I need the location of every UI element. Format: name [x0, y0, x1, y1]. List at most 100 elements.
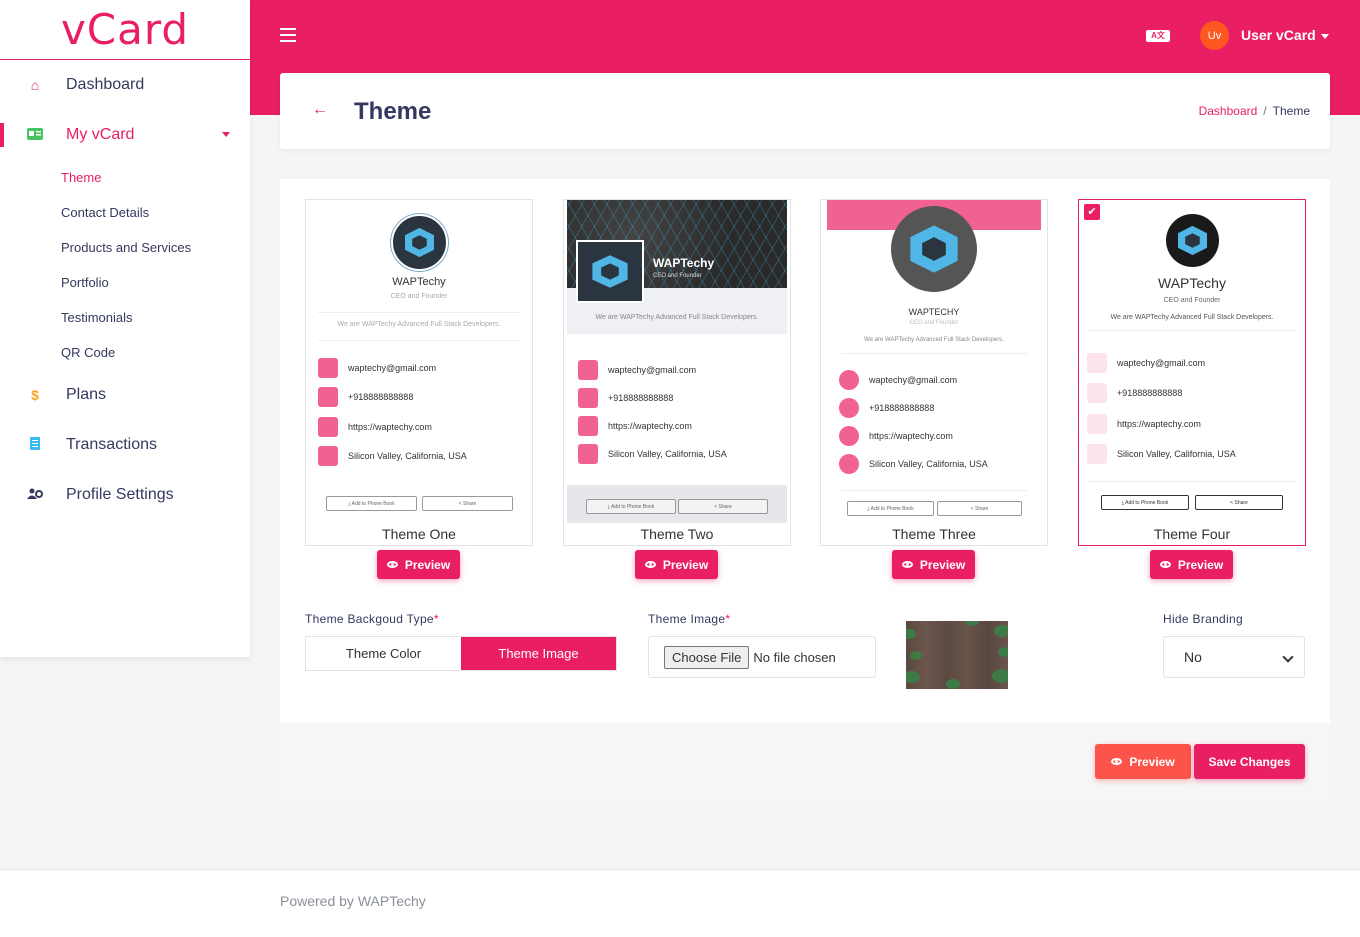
globe-icon [578, 416, 598, 436]
card-role: CEO and Founder [1163, 297, 1221, 304]
theme-three-preview-button[interactable]: Preview [892, 550, 975, 579]
breadcrumb-link-dashboard[interactable]: Dashboard [1199, 104, 1258, 118]
submenu-item-portfolio[interactable]: Portfolio [0, 265, 250, 300]
share-mini: < Share [937, 501, 1022, 516]
sidebar: vCard ⌂ Dashboard My vCard Theme Contact… [0, 0, 250, 657]
card-about: We are WAPTechy Advanced Full Stack Deve… [337, 321, 501, 328]
card-address: Silicon Valley, California, USA [869, 459, 988, 469]
dollar-icon: $ [31, 387, 39, 403]
location-icon [839, 454, 859, 474]
brand-text: vCard [60, 5, 190, 54]
eye-icon [1159, 561, 1171, 568]
page-header: ← Theme Dashboard / Theme [280, 73, 1330, 149]
sidebar-item-transactions[interactable]: Transactions [0, 420, 250, 470]
phone-icon [1087, 383, 1107, 403]
theme-two-preview-button[interactable]: Preview [635, 550, 718, 579]
choose-file-button[interactable]: Choose File [664, 645, 750, 669]
theme-one-card[interactable]: WAPTechy CEO and Founder We are WAPTechy… [305, 199, 533, 546]
theme-three-card[interactable]: WAPTECHY CEO and Founder We are WAPTechy… [820, 199, 1048, 546]
company-logo-icon [1166, 214, 1219, 267]
location-icon [578, 444, 598, 464]
card-name: WAPTechy [1158, 275, 1226, 291]
share-mini: < Share [422, 496, 513, 511]
sidebar-item-label: Profile Settings [66, 486, 174, 503]
phone-icon [839, 398, 859, 418]
card-role: CEO and Founder [909, 320, 959, 326]
theme-one-preview-button[interactable]: Preview [377, 550, 460, 579]
theme-two-card[interactable]: WAPTechy CEO and Founder We are WAPTechy… [563, 199, 791, 546]
submenu-myvcard: Theme Contact Details Products and Servi… [0, 160, 250, 370]
breadcrumb: Dashboard / Theme [1198, 104, 1310, 118]
breadcrumb-current: Theme [1272, 104, 1310, 118]
sidebar-item-label: Plans [66, 386, 107, 403]
card-website: https://waptechy.com [608, 421, 692, 431]
sidebar-item-label: Dashboard [66, 76, 145, 93]
submenu-item-qr-code[interactable]: QR Code [0, 335, 250, 370]
location-icon [318, 446, 338, 466]
bg-type-label: Theme Backgoud Type* [305, 612, 439, 626]
card-phone: +918888888888 [608, 393, 674, 403]
theme-name: Theme Four [1153, 526, 1231, 542]
eye-icon [386, 561, 398, 568]
save-changes-button[interactable]: Save Changes [1194, 744, 1305, 779]
eye-icon [1111, 758, 1123, 765]
user-menu-dropdown[interactable]: User vCard [1241, 27, 1329, 43]
avatar[interactable]: Uv [1200, 21, 1229, 50]
globe-icon [1087, 414, 1107, 434]
bg-type-color-option[interactable]: Theme Color [306, 637, 461, 670]
submenu-item-testimonials[interactable]: Testimonials [0, 300, 250, 335]
sidebar-item-myvcard[interactable]: My vCard [0, 110, 250, 160]
brand-logo[interactable]: vCard [0, 0, 250, 60]
card-email: waptechy@gmail.com [1117, 358, 1206, 368]
company-logo-icon [891, 206, 977, 292]
sidebar-item-plans[interactable]: $ Plans [0, 370, 250, 420]
home-icon: ⌂ [30, 77, 40, 93]
card-email: waptechy@gmail.com [348, 363, 437, 373]
bg-type-image-option[interactable]: Theme Image [461, 637, 616, 670]
card-phone: +918888888888 [869, 403, 935, 413]
page-footer: Powered by WAPTechy [0, 869, 1360, 937]
mail-icon [318, 358, 338, 378]
card-role: CEO and Founder [390, 293, 448, 300]
sidebar-item-dashboard[interactable]: ⌂ Dashboard [0, 60, 250, 110]
add-phonebook-mini: ⤓ Add to Phone Book [326, 496, 417, 511]
company-logo-icon [391, 214, 448, 271]
users-cog-icon [26, 487, 44, 503]
card-role: CEO and Founder [653, 273, 702, 279]
hide-branding-select[interactable]: No [1163, 636, 1305, 678]
add-phonebook-mini: ⤓ Add to Phone Book [1101, 495, 1189, 510]
hide-branding-label: Hide Branding [1163, 612, 1243, 626]
submenu-item-theme[interactable]: Theme [0, 160, 250, 195]
theme-four-preview-button[interactable]: Preview [1150, 550, 1233, 579]
language-icon[interactable]: A文 [1146, 30, 1170, 42]
theme-name: Theme Two [640, 526, 714, 542]
location-icon [1087, 444, 1107, 464]
card-website: https://waptechy.com [869, 431, 953, 441]
sidebar-item-label: Transactions [66, 436, 157, 453]
document-icon [26, 437, 44, 453]
card-email: waptechy@gmail.com [608, 365, 697, 375]
sidebar-item-profile-settings[interactable]: Profile Settings [0, 470, 250, 520]
theme-image-file-input[interactable]: Choose File No file chosen [648, 636, 876, 678]
card-email: waptechy@gmail.com [869, 375, 958, 385]
page-title: Theme [354, 98, 432, 125]
phone-icon [318, 387, 338, 407]
file-status: No file chosen [753, 649, 836, 665]
footer-text: Powered by WAPTechy [280, 893, 426, 909]
theme-four-card[interactable]: ✔ WAPTechy CEO and Founder We are WAPTec… [1078, 199, 1306, 546]
theme-image-label: Theme Image* [648, 612, 731, 626]
preview-button[interactable]: Preview [1095, 744, 1191, 779]
card-website: https://waptechy.com [1117, 419, 1201, 429]
card-about: We are WAPTechy Advanced Full Stack Deve… [1110, 314, 1274, 321]
submenu-item-contact-details[interactable]: Contact Details [0, 195, 250, 230]
submenu-item-products-services[interactable]: Products and Services [0, 230, 250, 265]
globe-icon [318, 417, 338, 437]
menu-toggle-icon[interactable] [280, 28, 296, 42]
theme-name: Theme One [382, 526, 456, 542]
card-address: Silicon Valley, California, USA [348, 451, 467, 461]
back-arrow-icon[interactable]: ← [312, 101, 328, 119]
selected-check-icon[interactable]: ✔ [1084, 204, 1100, 220]
card-about: We are WAPTechy Advanced Full Stack Deve… [864, 337, 1004, 343]
card-address: Silicon Valley, California, USA [1117, 449, 1236, 459]
eye-icon [644, 561, 656, 568]
